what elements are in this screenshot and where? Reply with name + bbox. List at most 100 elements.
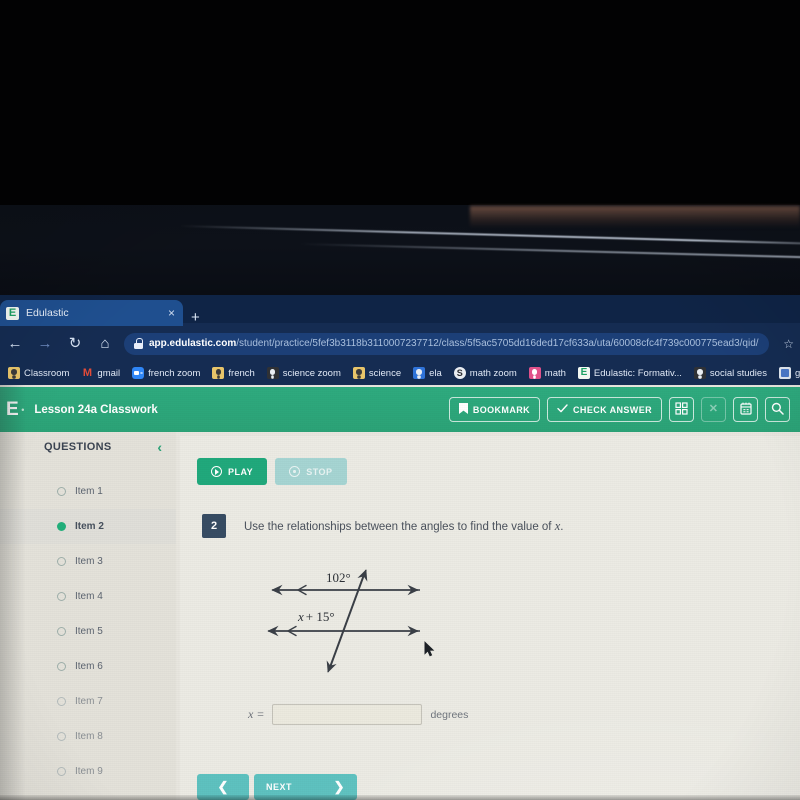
question-number-badge: 2 (202, 514, 226, 538)
bookmark-item[interactable]: Classroom (2, 367, 75, 379)
edulastic-logo-icon: E (6, 398, 20, 420)
edulastic-E-icon: E (577, 367, 590, 379)
person-green-icon (212, 367, 225, 379)
bookmark-label: gmail (97, 367, 121, 379)
sidebar-item-label: Item 7 (75, 696, 103, 707)
sidebar-item-label: Item 2 (75, 521, 104, 532)
play-button[interactable]: PLAY (197, 458, 268, 485)
browser-tab-edulastic[interactable]: E Edulastic × (0, 300, 183, 326)
sidebar-item-item-3[interactable]: Item 3 (0, 544, 176, 579)
url-path: /student/practice/5fef3b3118b31100072377… (236, 338, 760, 349)
bookmark-label: Edulastic: Formativ... (593, 367, 682, 379)
question-panel: PLAY STOP 2 Use the relationships betwee… (180, 436, 800, 800)
question-prompt: Use the relationships between the angles… (244, 514, 563, 539)
diagram-angle-top-label: 102° (326, 570, 351, 585)
new-tab-button[interactable]: + (191, 310, 200, 325)
radio-icon (57, 732, 66, 741)
scratchpad-button[interactable] (733, 397, 758, 422)
close-button[interactable]: ✕ (701, 397, 726, 422)
bookmarks-bar: Classroom Mgmail french zoom french science … (0, 361, 800, 385)
bookmark-item[interactable]: social studies (688, 367, 773, 379)
bookmark-item[interactable]: french (206, 367, 260, 379)
app-header-actions: BOOKMARK CHECK ANSWER ✕ (448, 397, 790, 422)
bookmark-label: math zoom (469, 367, 517, 379)
radio-selected-icon (57, 522, 66, 531)
play-button-label: PLAY (228, 466, 254, 477)
chevron-left-icon: ❮ (217, 779, 229, 794)
stop-icon (289, 466, 301, 477)
google-drive-icon (778, 367, 791, 379)
sidebar-item-item-9[interactable]: Item 9 (0, 754, 176, 789)
grid-view-button[interactable] (669, 397, 694, 422)
photo-dark-background (0, 0, 800, 215)
collapse-sidebar-icon[interactable]: ‹ (157, 440, 162, 454)
radio-icon (57, 627, 66, 636)
home-icon[interactable]: ⌂ (90, 336, 120, 351)
check-answer-button[interactable]: CHECK ANSWER (547, 397, 662, 422)
url-text: app.edulastic.com/student/practice/5fef3… (149, 338, 759, 349)
sidebar-item-item-4[interactable]: Item 4 (0, 579, 176, 614)
sidebar-item-label: Item 3 (75, 556, 103, 567)
bookmark-label: science zoom (282, 367, 341, 379)
check-answer-button-label: CHECK ANSWER (573, 404, 652, 415)
next-question-button[interactable]: NEXT ❯ (254, 774, 357, 800)
questions-sidebar: QUESTIONS ‹ Item 1 Item 2 Item 3 Item 4 Item… (0, 432, 176, 800)
bookmark-item[interactable]: google (773, 367, 800, 379)
search-button[interactable] (765, 397, 790, 422)
bookmark-item[interactable]: E Edulastic: Formativ... (572, 367, 688, 379)
sidebar-item-item-8[interactable]: Item 8 (0, 719, 176, 754)
bookmark-item[interactable]: math (523, 367, 572, 379)
sidebar-item-label: Item 5 (75, 626, 103, 637)
bookmark-button[interactable]: BOOKMARK (448, 397, 541, 422)
previous-question-button[interactable]: ❮ (197, 774, 249, 800)
sidebar-item-label: Item 8 (75, 731, 103, 742)
bookmark-item[interactable]: science zoom (261, 367, 347, 379)
sidebar-title: QUESTIONS (44, 441, 112, 453)
laptop-photo-screenshot: E Edulastic × + ← → ↻ ⌂ app.edulastic.co… (0, 0, 800, 800)
close-icon[interactable]: × (168, 307, 175, 319)
bookmark-item[interactable]: science (347, 367, 407, 379)
bookmark-item[interactable]: ela (407, 367, 448, 379)
stop-button[interactable]: STOP (275, 458, 347, 485)
bookmark-flag-icon (458, 402, 468, 417)
bookmark-item[interactable]: Smath zoom (448, 367, 523, 379)
reload-icon[interactable]: ↻ (60, 336, 90, 351)
person-green-icon (352, 367, 365, 379)
lock-icon (134, 338, 143, 349)
close-x-icon: ✕ (708, 403, 719, 415)
person-dark-icon (693, 367, 706, 379)
circle-swirl-icon: S (453, 367, 466, 379)
bookmark-button-label: BOOKMARK (472, 404, 531, 415)
radio-icon (57, 662, 66, 671)
mouse-cursor-icon (424, 641, 435, 657)
bookmark-item[interactable]: Mgmail (75, 367, 126, 379)
bookmark-label: social studies (709, 367, 767, 379)
next-button-label: NEXT (266, 782, 293, 792)
bookmark-star-icon[interactable]: ☆ (783, 337, 794, 351)
page-title: Lesson 24a Classwork (34, 403, 158, 416)
answer-unit-label: degrees (430, 708, 469, 721)
radio-icon (57, 592, 66, 601)
gmail-icon: M (82, 367, 92, 379)
forward-icon[interactable]: → (30, 336, 60, 351)
address-bar[interactable]: app.edulastic.com/student/practice/5fef3… (124, 332, 770, 355)
bookmark-label: french (228, 367, 255, 379)
angles-diagram: 102° x + 15° (250, 558, 450, 678)
back-icon[interactable]: ← (0, 336, 30, 351)
person-yellow-icon (8, 367, 20, 379)
sidebar-item-item-7[interactable]: Item 7 (0, 684, 176, 719)
tab-title: Edulastic (26, 307, 69, 319)
radio-icon (57, 557, 66, 566)
sidebar-item-item-6[interactable]: Item 6 (0, 649, 176, 684)
bookmark-item[interactable]: french zoom (126, 367, 206, 379)
sidebar-item-label: Item 1 (75, 486, 103, 497)
sidebar-item-item-5[interactable]: Item 5 (0, 614, 176, 649)
check-icon (557, 403, 568, 416)
sidebar-item-item-10[interactable]: Item 10 (0, 789, 176, 800)
sidebar-item-item-2[interactable]: Item 2 (0, 509, 176, 544)
answer-input[interactable] (272, 704, 423, 725)
person-blue-icon (413, 367, 426, 379)
sidebar-item-item-1[interactable]: Item 1 (0, 474, 176, 509)
url-host: app.edulastic.com (149, 338, 237, 349)
bookmark-label: ela (429, 367, 442, 379)
